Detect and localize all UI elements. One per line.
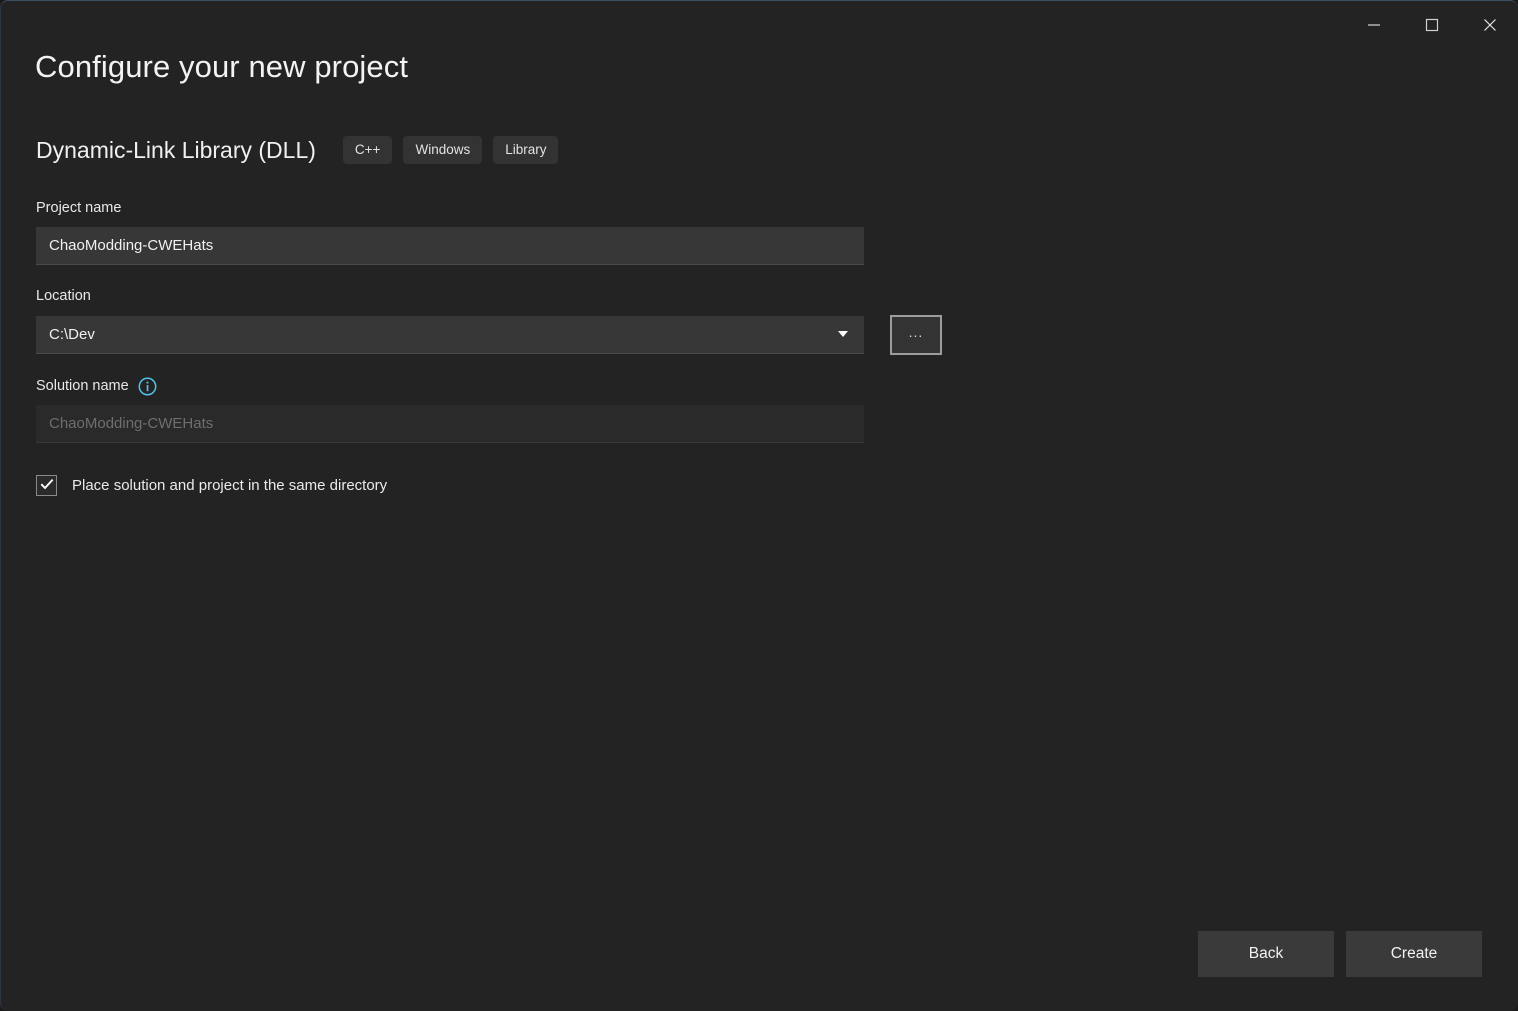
minimize-icon <box>1367 18 1381 32</box>
tag-language: C++ <box>342 136 393 164</box>
close-button[interactable] <box>1461 1 1518 49</box>
template-tags: C++ Windows Library <box>342 136 559 164</box>
project-name-input[interactable] <box>36 227 864 265</box>
project-name-field: Project name <box>36 199 946 265</box>
location-combobox[interactable]: C:\Dev <box>36 316 864 354</box>
project-name-label: Project name <box>36 200 122 216</box>
window-controls <box>1345 1 1518 49</box>
same-directory-row[interactable]: Place solution and project in the same d… <box>36 475 946 496</box>
maximize-icon <box>1425 18 1439 32</box>
location-label: Location <box>36 288 91 304</box>
info-icon[interactable] <box>138 377 157 396</box>
location-field: Location C:\Dev ... <box>36 287 946 355</box>
create-button[interactable]: Create <box>1346 931 1482 977</box>
tag-project-type: Library <box>493 136 559 164</box>
template-summary: Dynamic-Link Library (DLL) C++ Windows L… <box>36 133 559 167</box>
dialog-footer: Back Create <box>1198 931 1482 977</box>
location-row: C:\Dev ... <box>36 315 946 355</box>
same-directory-label: Place solution and project in the same d… <box>72 477 388 494</box>
browse-location-button[interactable]: ... <box>890 315 942 355</box>
tag-platform: Windows <box>403 136 483 164</box>
project-configuration-form: Project name Location C:\Dev ... <box>36 199 946 496</box>
title-bar <box>1 1 1518 49</box>
page-title: Configure your new project <box>35 49 409 84</box>
check-icon <box>40 477 54 495</box>
close-icon <box>1482 17 1498 33</box>
maximize-button[interactable] <box>1403 1 1461 49</box>
configure-project-dialog: Configure your new project Dynamic-Link … <box>0 0 1518 1011</box>
solution-name-label-text: Solution name <box>36 378 129 394</box>
chevron-down-icon[interactable] <box>828 331 864 338</box>
template-name: Dynamic-Link Library (DLL) <box>36 137 316 163</box>
same-directory-checkbox[interactable] <box>36 475 57 496</box>
location-value: C:\Dev <box>49 326 95 343</box>
solution-name-field: Solution name <box>36 377 946 443</box>
back-button[interactable]: Back <box>1198 931 1334 977</box>
solution-name-input[interactable] <box>36 405 864 443</box>
minimize-button[interactable] <box>1345 1 1403 49</box>
solution-name-label: Solution name <box>36 377 946 396</box>
